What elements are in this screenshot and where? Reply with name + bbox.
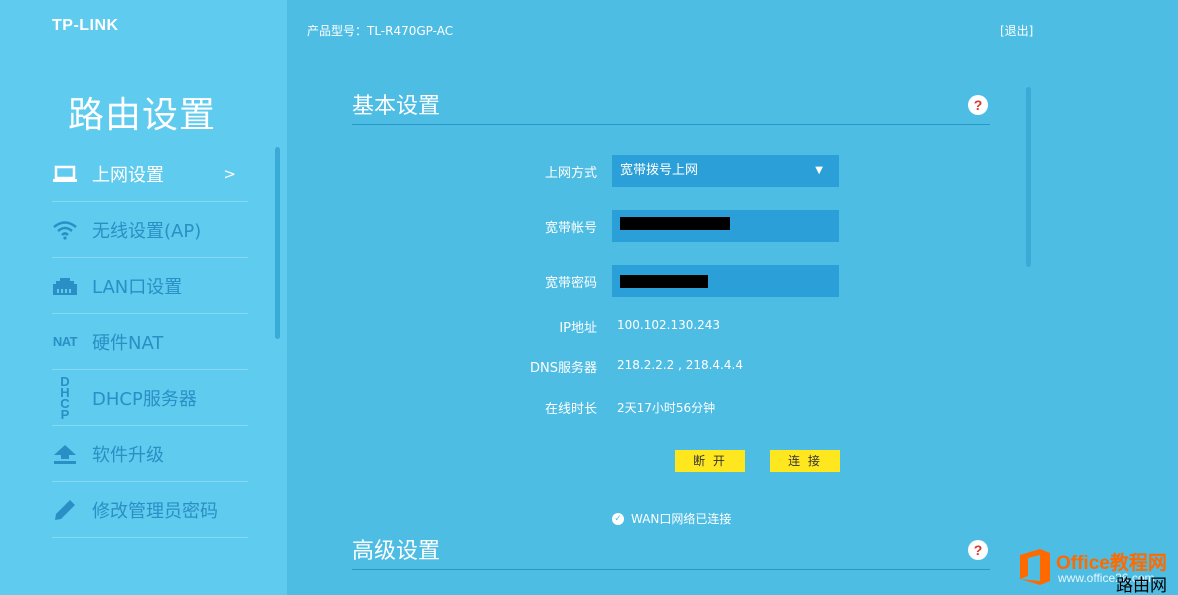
divider [352, 124, 990, 125]
sidebar-item-label: 无线设置(AP) [92, 220, 202, 242]
sidebar-scrollbar[interactable] [275, 147, 280, 339]
nat-icon-text: NAT [52, 333, 78, 349]
nat-icon: NAT [52, 329, 78, 355]
sidebar-item-label: 软件升级 [92, 444, 164, 466]
pencil-icon [52, 497, 78, 523]
help-icon[interactable]: ? [968, 540, 988, 560]
office-logo-icon [1016, 547, 1054, 587]
sidebar-item-label: DHCP服务器 [92, 388, 197, 410]
mode-label: 上网方式 [544, 166, 597, 181]
uptime-label: 在线时长 [544, 402, 597, 417]
connection-mode-value: 宽带拨号上网 [620, 163, 699, 178]
sidebar: TP-LINK 路由设置 上网设置 > 无线设置(AP) LAN口设置 NAT [0, 0, 287, 595]
wan-status: ✓ WAN口网络已连接 [612, 510, 731, 527]
uptime-value: 2天17小时56分钟 [617, 401, 716, 415]
redacted-password [620, 275, 708, 288]
redacted-account [620, 217, 730, 230]
wan-status-text: WAN口网络已连接 [631, 512, 732, 526]
logout-link[interactable]: [退出] [1000, 22, 1033, 39]
dhcp-icon: DHCP [52, 375, 78, 421]
password-label: 宽带密码 [544, 276, 597, 291]
tp-link-logo: TP-LINK [52, 17, 119, 34]
advanced-settings-title[interactable]: 高级设置 [352, 533, 440, 565]
dns-label: DNS服务器 [530, 361, 597, 376]
sidebar-item-label: 修改管理员密码 [92, 500, 218, 522]
dns-value: 218.2.2.2 , 218.4.4.4 [617, 358, 743, 372]
product-model: 产品型号：TL-R470GP-AC [307, 24, 454, 38]
connection-mode-select[interactable]: 宽带拨号上网 ▼ [612, 155, 839, 187]
sidebar-item-label: 上网设置 [92, 164, 164, 186]
sidebar-item-dhcp[interactable]: DHCP DHCP服务器 [52, 370, 248, 426]
sidebar-item-password[interactable]: 修改管理员密码 [52, 482, 248, 538]
wifi-icon [52, 217, 78, 243]
upload-icon [52, 441, 78, 467]
ip-label: IP地址 [559, 321, 597, 336]
caret-down-icon: ▼ [815, 165, 823, 176]
sidebar-item-upgrade[interactable]: 软件升级 [52, 426, 248, 482]
check-circle-icon: ✓ [612, 512, 624, 525]
account-label: 宽带帐号 [544, 221, 597, 236]
sidebar-nav: 上网设置 > 无线设置(AP) LAN口设置 NAT 硬件NAT DHCP DH… [52, 146, 248, 538]
help-icon[interactable]: ? [968, 95, 988, 115]
watermark-brand-2: 路由网 [1116, 576, 1167, 595]
sidebar-item-label: LAN口设置 [92, 276, 183, 298]
main-scrollbar[interactable] [1026, 87, 1031, 267]
sidebar-item-internet[interactable]: 上网设置 > [52, 146, 248, 202]
sidebar-item-label: 硬件NAT [92, 332, 164, 354]
laptop-icon [52, 161, 78, 187]
disconnect-button[interactable]: 断 开 [675, 450, 745, 472]
divider [352, 569, 990, 570]
lan-port-icon [52, 273, 78, 299]
sidebar-item-lan[interactable]: LAN口设置 [52, 258, 248, 314]
chevron-right-icon: > [223, 165, 236, 183]
password-input[interactable] [612, 265, 839, 297]
account-input[interactable] [612, 210, 839, 242]
watermark: Office教程网 www.office26.com 路由网 [1010, 543, 1178, 595]
sidebar-item-wireless[interactable]: 无线设置(AP) [52, 202, 248, 258]
sidebar-title: 路由设置 [68, 95, 217, 136]
connect-button[interactable]: 连 接 [770, 450, 840, 472]
basic-settings-title: 基本设置 [352, 94, 441, 119]
ip-value: 100.102.130.243 [617, 318, 721, 332]
dhcp-icon-text: DHCP [60, 373, 70, 422]
sidebar-item-nat[interactable]: NAT 硬件NAT [52, 314, 248, 370]
